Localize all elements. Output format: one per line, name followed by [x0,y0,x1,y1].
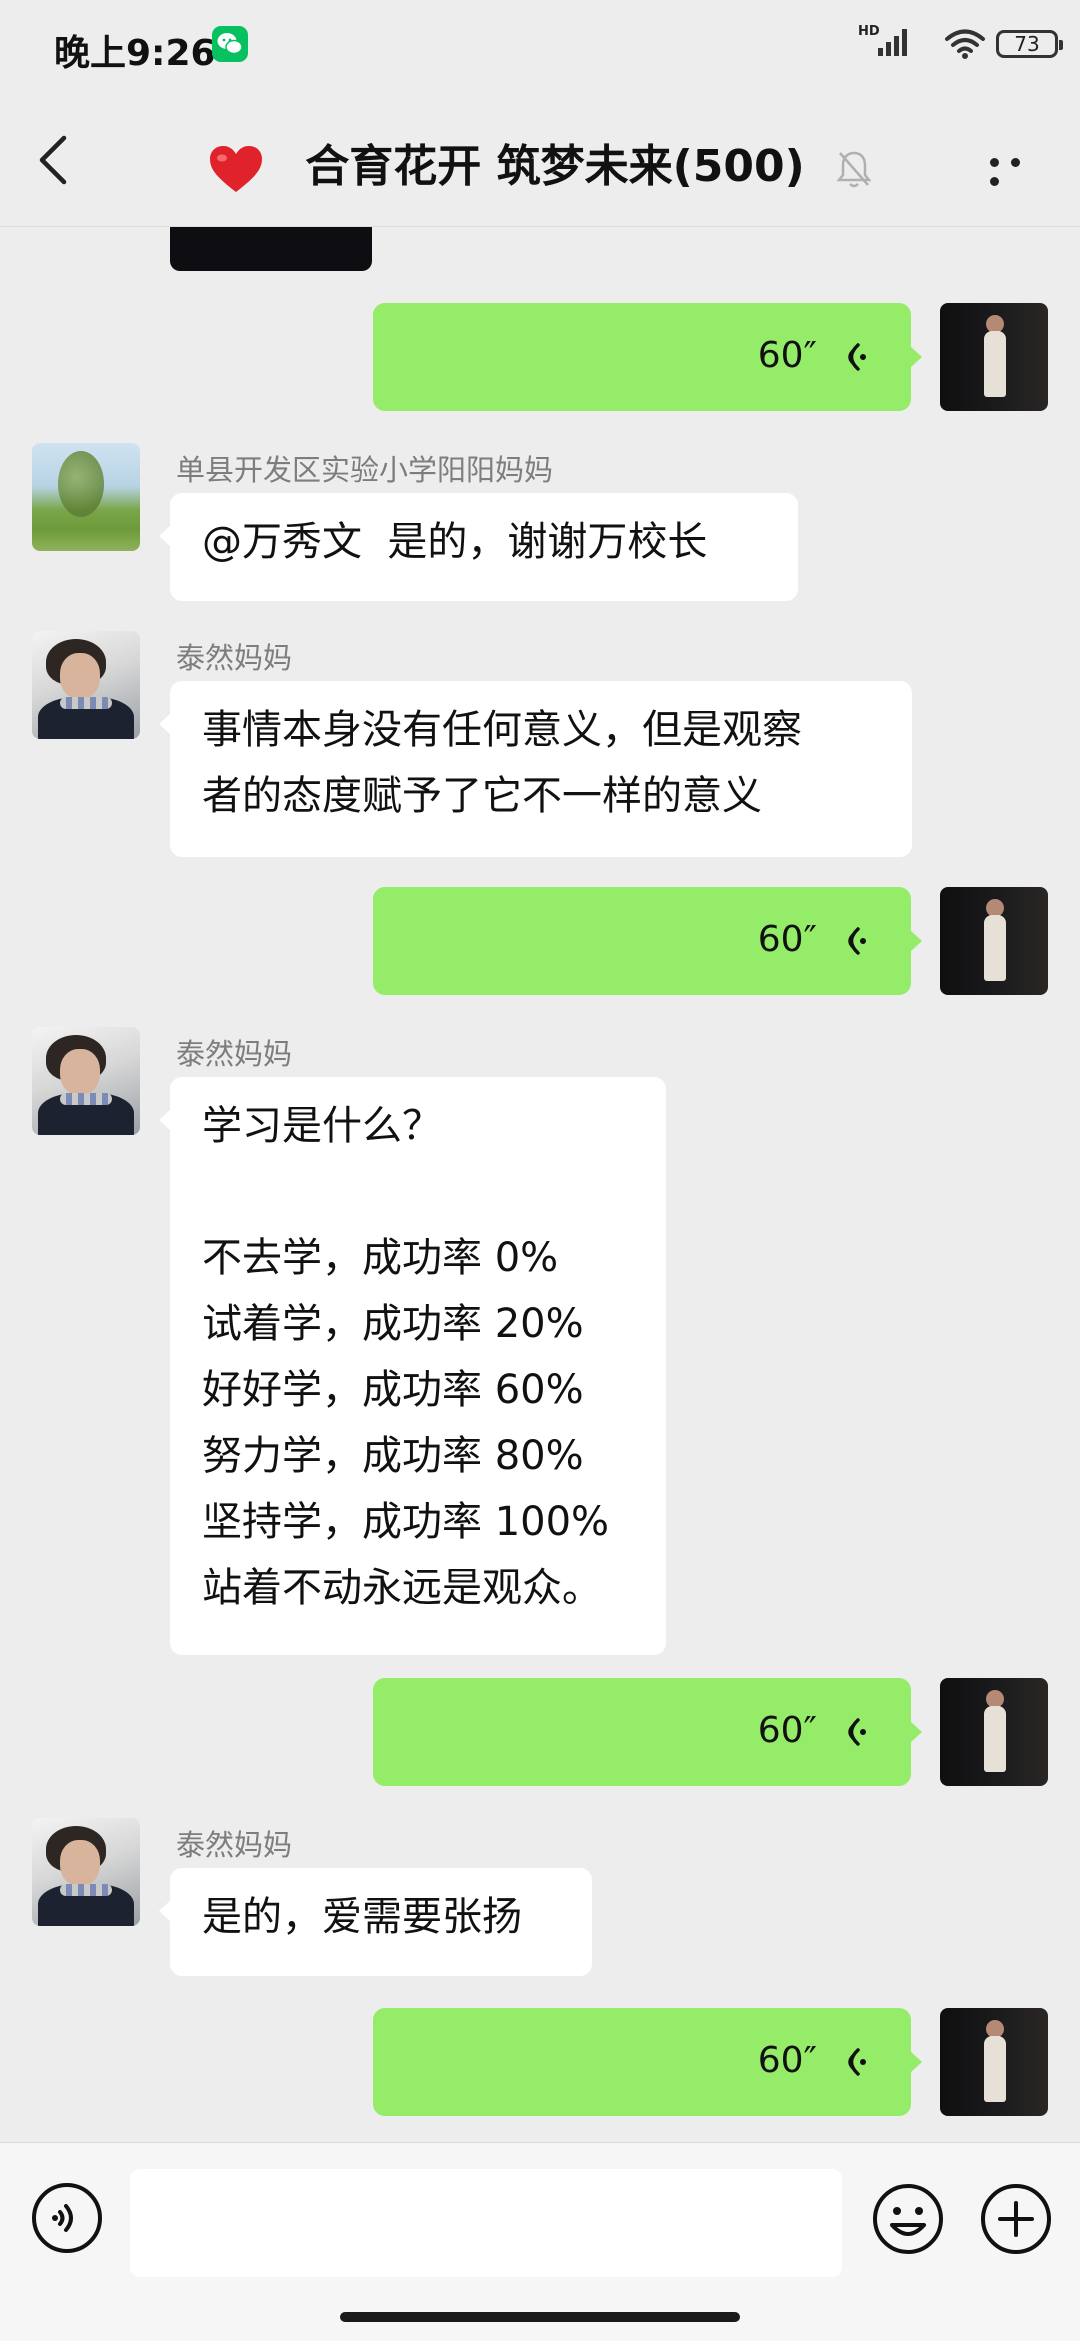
plus-icon [981,2184,1051,2254]
wifi-icon [945,29,985,59]
emoji-icon [873,2184,943,2254]
battery-level: 73 [1014,32,1040,56]
voice-duration: 60″ [757,2040,817,2081]
voice-wave-icon [848,2048,866,2076]
emoji-button[interactable] [870,2181,946,2261]
avatar-self[interactable] [940,1678,1048,1786]
voice-duration: 60″ [757,919,817,960]
text-message[interactable]: 是的，爱需要张扬 [159,1868,592,1976]
avatar-self[interactable] [940,2008,1048,2116]
voice-duration: 60″ [757,1710,817,1751]
chat-header: 合育花开 筑梦未来(500) [0,92,1080,227]
sender-name: 单县开发区实验小学阳阳妈妈 [176,453,554,487]
avatar-sender[interactable] [32,443,140,551]
wechat-notification-icon [212,26,248,62]
voice-message[interactable]: 60″ [373,303,922,411]
voice-duration: 60″ [757,335,817,376]
voice-wave-icon [848,927,866,955]
avatar-self[interactable] [940,303,1048,411]
voice-wave-icon [848,343,866,371]
avatar-sender[interactable] [32,631,140,739]
more-icon [990,158,999,167]
avatar-self[interactable] [940,887,1048,995]
status-bar: 晚上9:26 HD 73 [0,0,1080,92]
voice-message[interactable]: 60″ [373,887,922,995]
voice-message[interactable]: 60″ [373,1678,922,1786]
voice-wave-icon [848,1718,866,1746]
image-message-partial[interactable] [170,227,372,271]
heart-icon [209,146,262,192]
message-input[interactable] [130,2169,842,2277]
chat-title: 合育花开 筑梦未来(500) [305,141,805,192]
voice-message[interactable]: 60″ [373,2008,922,2116]
sender-name: 泰然妈妈 [176,641,293,675]
sender-name: 泰然妈妈 [176,1828,293,1862]
text-message[interactable]: 学习是什么？ 不去学，成功率 0% 试着学，成功率 20% 好好学，成功率 60… [159,1077,666,1655]
voice-input-icon [32,2183,102,2253]
more-button[interactable] [990,152,1046,186]
text-message[interactable]: @万秀文 是的，谢谢万校长 [159,493,798,601]
avatar-sender[interactable] [32,1818,140,1926]
chat-title-area[interactable]: 合育花开 筑梦未来(500) [0,130,1080,194]
home-indicator[interactable] [340,2312,740,2322]
battery-indicator: 73 [996,30,1063,58]
sender-name: 泰然妈妈 [176,1037,293,1071]
mute-bell-icon [836,151,872,188]
avatar-sender[interactable] [32,1027,140,1135]
voice-input-button[interactable] [30,2181,104,2259]
status-time: 晚上9:26 [54,33,216,74]
text-message[interactable]: 事情本身没有任何意义，但是观察 者的态度赋予了它不一样的意义 [159,681,912,857]
plus-button[interactable] [978,2181,1054,2261]
chat-messages[interactable]: 60″ 单县开发区实验小学阳阳妈妈 @万秀文 是的，谢谢万校长 泰然妈妈 事情本… [0,227,1080,2142]
signal-icon [878,29,907,56]
